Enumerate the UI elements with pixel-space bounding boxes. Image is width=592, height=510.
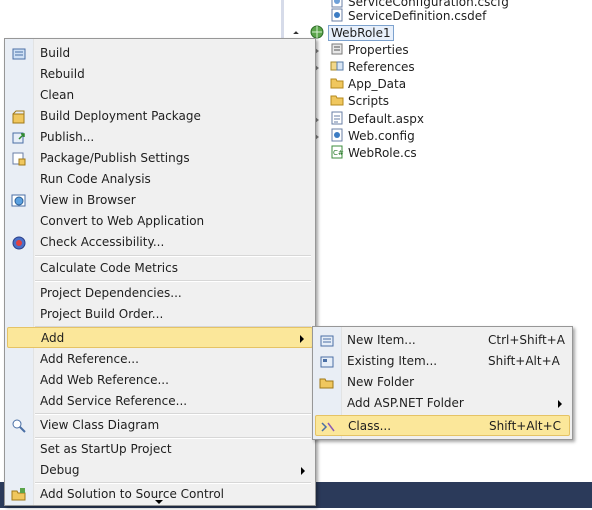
menu-item-add-service-reference[interactable]: Add Service Reference... <box>7 391 313 412</box>
expand-triangle-icon[interactable] <box>293 31 299 37</box>
properties-icon <box>330 42 344 56</box>
menu-item-add-web-reference[interactable]: Add Web Reference... <box>7 370 313 391</box>
menu-item-project-dependencies[interactable]: Project Dependencies... <box>7 283 313 304</box>
aspx-file-icon <box>330 111 344 125</box>
tree-item-web-config[interactable]: Web.config <box>330 128 415 145</box>
tree-item-label: Scripts <box>348 94 390 108</box>
svg-text:C#: C# <box>333 149 344 157</box>
menu-item-build[interactable]: Build <box>7 43 313 64</box>
tree-item-app-data[interactable]: App_Data <box>330 76 406 93</box>
menu-item-add-reference[interactable]: Add Reference... <box>7 349 313 370</box>
accessibility-icon <box>11 235 27 251</box>
menu-item-set-as-startup-project[interactable]: Set as StartUp Project <box>7 439 313 460</box>
menu-separator <box>35 413 311 415</box>
menu-item-project-build-order[interactable]: Project Build Order... <box>7 304 313 325</box>
submenu-arrow-icon <box>301 467 305 475</box>
source-control-icon <box>11 487 27 503</box>
tree-item-label: Default.aspx <box>348 112 424 126</box>
tree-item-webrole1[interactable]: WebRole1 <box>310 25 394 42</box>
tree-item-label: Web.config <box>348 129 415 143</box>
submenu-item-new-folder[interactable]: New Folder <box>315 372 570 393</box>
web-project-icon <box>310 25 324 39</box>
config-file-icon <box>330 128 344 142</box>
config-file-icon <box>330 0 344 8</box>
submenu-item-new-item[interactable]: New Item... Ctrl+Shift+A <box>315 330 570 351</box>
tree-item-default-aspx[interactable]: Default.aspx <box>330 111 424 128</box>
tree-item-label: WebRole.cs <box>348 146 417 160</box>
folder-icon <box>330 76 344 90</box>
submenu-item-existing-item[interactable]: Existing Item... Shift+Alt+A <box>315 351 570 372</box>
browser-icon <box>11 193 27 209</box>
submenu-arrow-icon <box>558 400 562 408</box>
existing-item-icon <box>319 354 335 370</box>
menu-separator <box>35 482 311 484</box>
menu-item-view-in-browser[interactable]: View in Browser <box>7 190 313 211</box>
menu-item-convert-to-web-application[interactable]: Convert to Web Application <box>7 211 313 232</box>
menu-item-view-class-diagram[interactable]: View Class Diagram <box>7 415 313 436</box>
tree-item-label: Properties <box>348 43 409 57</box>
folder-icon <box>330 93 344 107</box>
tree-item-webrole-cs[interactable]: C# WebRole.cs <box>330 145 417 162</box>
tree-item-properties[interactable]: Properties <box>330 42 409 59</box>
submenu-arrow-icon <box>300 335 304 343</box>
menu-item-rebuild[interactable]: Rebuild <box>7 64 313 85</box>
settings-icon <box>11 151 27 167</box>
tree-item-references[interactable]: References <box>330 59 415 76</box>
menu-item-add[interactable]: Add <box>7 327 313 348</box>
new-item-icon <box>319 333 335 349</box>
tree-item-scripts[interactable]: Scripts <box>330 93 389 110</box>
menu-item-publish[interactable]: Publish... <box>7 127 313 148</box>
package-icon <box>11 109 27 125</box>
menu-item-package-publish-settings[interactable]: Package/Publish Settings <box>7 148 313 169</box>
tree-item-label: App_Data <box>348 77 407 91</box>
menu-item-calculate-code-metrics[interactable]: Calculate Code Metrics <box>7 258 313 279</box>
submenu-item-class[interactable]: Class... Shift+Alt+C <box>315 415 570 436</box>
publish-icon <box>11 130 27 146</box>
build-icon <box>11 46 27 62</box>
definition-file-icon <box>330 8 344 22</box>
class-icon <box>320 419 336 435</box>
new-folder-icon <box>319 375 335 391</box>
tree-item-label: References <box>348 60 415 74</box>
project-context-menu: Build Rebuild Clean Build Deployment Pac… <box>4 38 316 506</box>
tree-item-label: WebRole1 <box>328 25 394 41</box>
menu-separator <box>35 255 311 257</box>
menu-item-run-code-analysis[interactable]: Run Code Analysis <box>7 169 313 190</box>
submenu-item-add-aspnet-folder[interactable]: Add ASP.NET Folder <box>315 393 570 414</box>
menu-separator <box>35 437 311 439</box>
menu-scroll-down-icon[interactable] <box>155 500 163 504</box>
tree-item-label: ServiceDefinition.csdef <box>348 9 487 23</box>
menu-item-debug[interactable]: Debug <box>7 460 313 481</box>
tree-item-service-definition[interactable]: ServiceDefinition.csdef <box>330 8 486 25</box>
menu-item-check-accessibility[interactable]: Check Accessibility... <box>7 232 313 253</box>
menu-item-build-deployment-package[interactable]: Build Deployment Package <box>7 106 313 127</box>
csharp-file-icon: C# <box>330 145 344 159</box>
menu-separator <box>35 280 311 282</box>
class-diagram-icon <box>11 418 27 434</box>
menu-item-clean[interactable]: Clean <box>7 85 313 106</box>
add-submenu: New Item... Ctrl+Shift+A Existing Item..… <box>312 326 573 440</box>
references-icon <box>330 59 344 73</box>
